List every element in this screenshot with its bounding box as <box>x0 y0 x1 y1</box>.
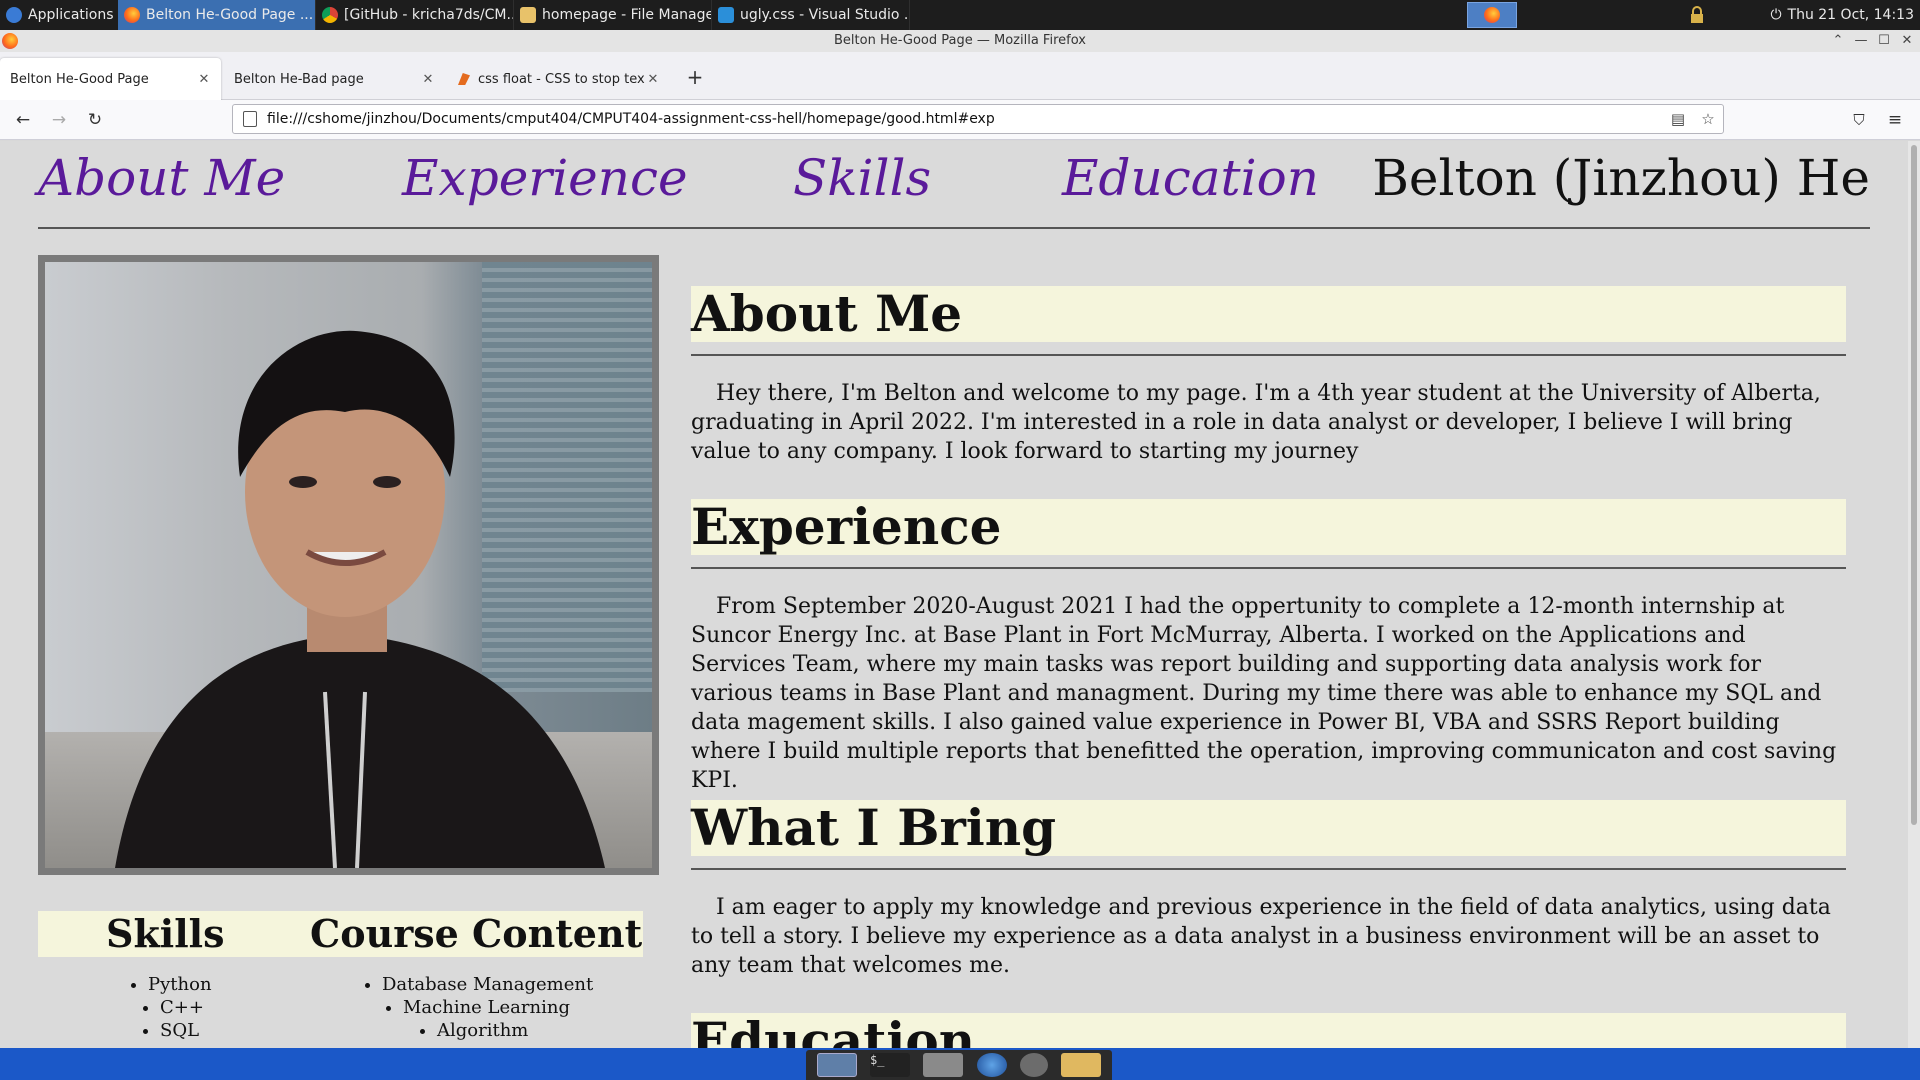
chrome-icon <box>322 7 338 23</box>
minimize-window-icon[interactable]: — <box>1850 30 1872 52</box>
system-panel: Applications Belton He-Good Page ... [Gi… <box>0 0 1920 30</box>
tab-bad-page[interactable]: Belton He-Bad page ✕ <box>224 58 445 100</box>
search-icon[interactable] <box>1019 1053 1048 1077</box>
url-text[interactable]: file:///cshome/jinzhou/Documents/cmput40… <box>267 111 1663 127</box>
list-item: Algorithm <box>437 1019 593 1042</box>
close-tab-icon[interactable]: ✕ <box>646 72 660 87</box>
experience-text: From September 2020-August 2021 I had th… <box>691 594 1837 793</box>
new-tab-button[interactable]: + <box>684 66 706 88</box>
terminal-icon[interactable]: $_ <box>869 1053 910 1077</box>
firefox-icon <box>2 33 18 49</box>
close-tab-icon[interactable]: ✕ <box>421 72 435 87</box>
applications-label: Applications <box>28 7 114 23</box>
site-owner-name: Belton (Jinzhou) He <box>1372 149 1870 207</box>
tab-good-page[interactable]: Belton He-Good Page ✕ <box>0 58 221 100</box>
scrollbar-thumb[interactable] <box>1911 145 1917 825</box>
system-clock[interactable]: ⏻ Thu 21 Oct, 14:13 <box>1770 0 1914 30</box>
course-content-heading: Course Content <box>310 911 643 956</box>
dock-launchers: $_ <box>806 1050 1112 1080</box>
folder-icon <box>520 7 536 23</box>
about-me-text: Hey there, I'm Belton and welcome to my … <box>691 381 1821 464</box>
tab-label: css float - CSS to stop tex <box>478 71 645 87</box>
menu-icon[interactable]: ≡ <box>1883 108 1907 132</box>
section-divider <box>691 354 1846 356</box>
navigation-bar: ← → ↻ file:///cshome/jinzhou/Documents/c… <box>0 100 1920 140</box>
nav-link-education[interactable]: Education <box>1062 149 1319 207</box>
show-desktop-icon[interactable] <box>816 1053 857 1077</box>
clock-text: Thu 21 Oct, 14:13 <box>1787 7 1914 23</box>
taskbar-item-label: homepage - File Manager <box>542 7 712 23</box>
profile-photo <box>38 255 659 875</box>
shade-window-icon[interactable]: ⌃ <box>1827 30 1849 52</box>
close-window-icon[interactable]: ✕ <box>1896 30 1918 52</box>
taskbar-item-github[interactable]: [GitHub - kricha7ds/CM... <box>316 0 514 30</box>
reload-button[interactable]: ↻ <box>83 108 107 132</box>
taskbar-item-firefox[interactable]: Belton He-Good Page ... <box>118 0 316 30</box>
list-item: Machine Learning <box>403 996 593 1019</box>
section-heading-what-i-bring: What I Bring <box>691 800 1846 856</box>
list-item: C++ <box>160 996 212 1019</box>
skills-heading: Skills <box>106 911 225 956</box>
vscode-icon <box>718 7 734 23</box>
nav-link-about-me[interactable]: About Me <box>38 149 285 207</box>
taskbar-item-label: [GitHub - kricha7ds/CM... <box>344 7 514 23</box>
back-button[interactable]: ← <box>11 108 35 132</box>
taskbar-item-label: ugly.css - Visual Studio ... <box>740 7 910 23</box>
reader-view-icon[interactable]: ▤ <box>1663 110 1693 128</box>
section-divider <box>691 868 1846 870</box>
window-title: Belton He-Good Page — Mozilla Firefox <box>834 33 1086 48</box>
sidebar-header-box: Skills Course Content <box>38 911 643 957</box>
maximize-window-icon[interactable]: ☐ <box>1873 30 1895 52</box>
applications-menu-button[interactable]: Applications <box>0 0 118 30</box>
taskbar-item-vscode[interactable]: ugly.css - Visual Studio ... <box>712 0 910 30</box>
list-item: SQL <box>160 1019 212 1042</box>
home-folder-icon[interactable] <box>923 1053 964 1077</box>
taskbar-item-label: Belton He-Good Page ... <box>146 7 314 23</box>
close-tab-icon[interactable]: ✕ <box>197 72 211 87</box>
tab-label: Belton He-Bad page <box>234 71 364 87</box>
list-item: Python <box>148 973 212 996</box>
section-heading-education: Education <box>691 1013 1846 1048</box>
stackoverflow-icon <box>458 73 470 85</box>
lock-icon[interactable] <box>1687 5 1707 25</box>
course-list: Database Management Machine Learning Alg… <box>382 973 593 1042</box>
taskbar-item-file-manager[interactable]: homepage - File Manager <box>514 0 712 30</box>
section-divider <box>691 567 1846 569</box>
site-navigation: About Me Experience Skills Education Bel… <box>38 141 1870 229</box>
url-bar[interactable]: file:///cshome/jinzhou/Documents/cmput40… <box>232 104 1724 134</box>
tab-bar: Belton He-Good Page ✕ Belton He-Bad page… <box>0 52 1920 100</box>
page-viewport: About Me Experience Skills Education Bel… <box>0 141 1908 1048</box>
bookmark-star-icon[interactable]: ☆ <box>1693 110 1723 128</box>
web-browser-icon[interactable] <box>976 1053 1007 1077</box>
what-i-bring-text: I am eager to apply my knowledge and pre… <box>691 895 1831 978</box>
firefox-icon <box>1484 7 1500 23</box>
nav-link-skills[interactable]: Skills <box>793 149 931 207</box>
section-heading-experience: Experience <box>691 499 1846 555</box>
power-icon[interactable]: ⏻ <box>1770 7 1781 23</box>
forward-button[interactable]: → <box>47 108 71 132</box>
page-scrollbar[interactable] <box>1908 141 1920 1048</box>
skills-list: Python C++ SQL <box>148 973 212 1042</box>
applications-icon <box>6 7 22 23</box>
section-heading-about-me: About Me <box>691 286 1846 342</box>
bottom-dock: $_ <box>0 1048 1920 1080</box>
firefox-icon <box>124 7 140 23</box>
tab-css-float[interactable]: css float - CSS to stop tex ✕ <box>448 58 670 100</box>
list-item: Database Management <box>382 973 593 996</box>
window-titlebar: Belton He-Good Page — Mozilla Firefox ⌃ … <box>0 30 1920 52</box>
workspace-firefox-indicator[interactable] <box>1467 2 1517 28</box>
nav-link-experience[interactable]: Experience <box>402 149 688 207</box>
pocket-icon[interactable]: ⛉ <box>1847 108 1871 132</box>
page-icon <box>243 111 257 127</box>
folder-icon[interactable] <box>1061 1053 1102 1077</box>
tab-label: Belton He-Good Page <box>10 71 149 87</box>
